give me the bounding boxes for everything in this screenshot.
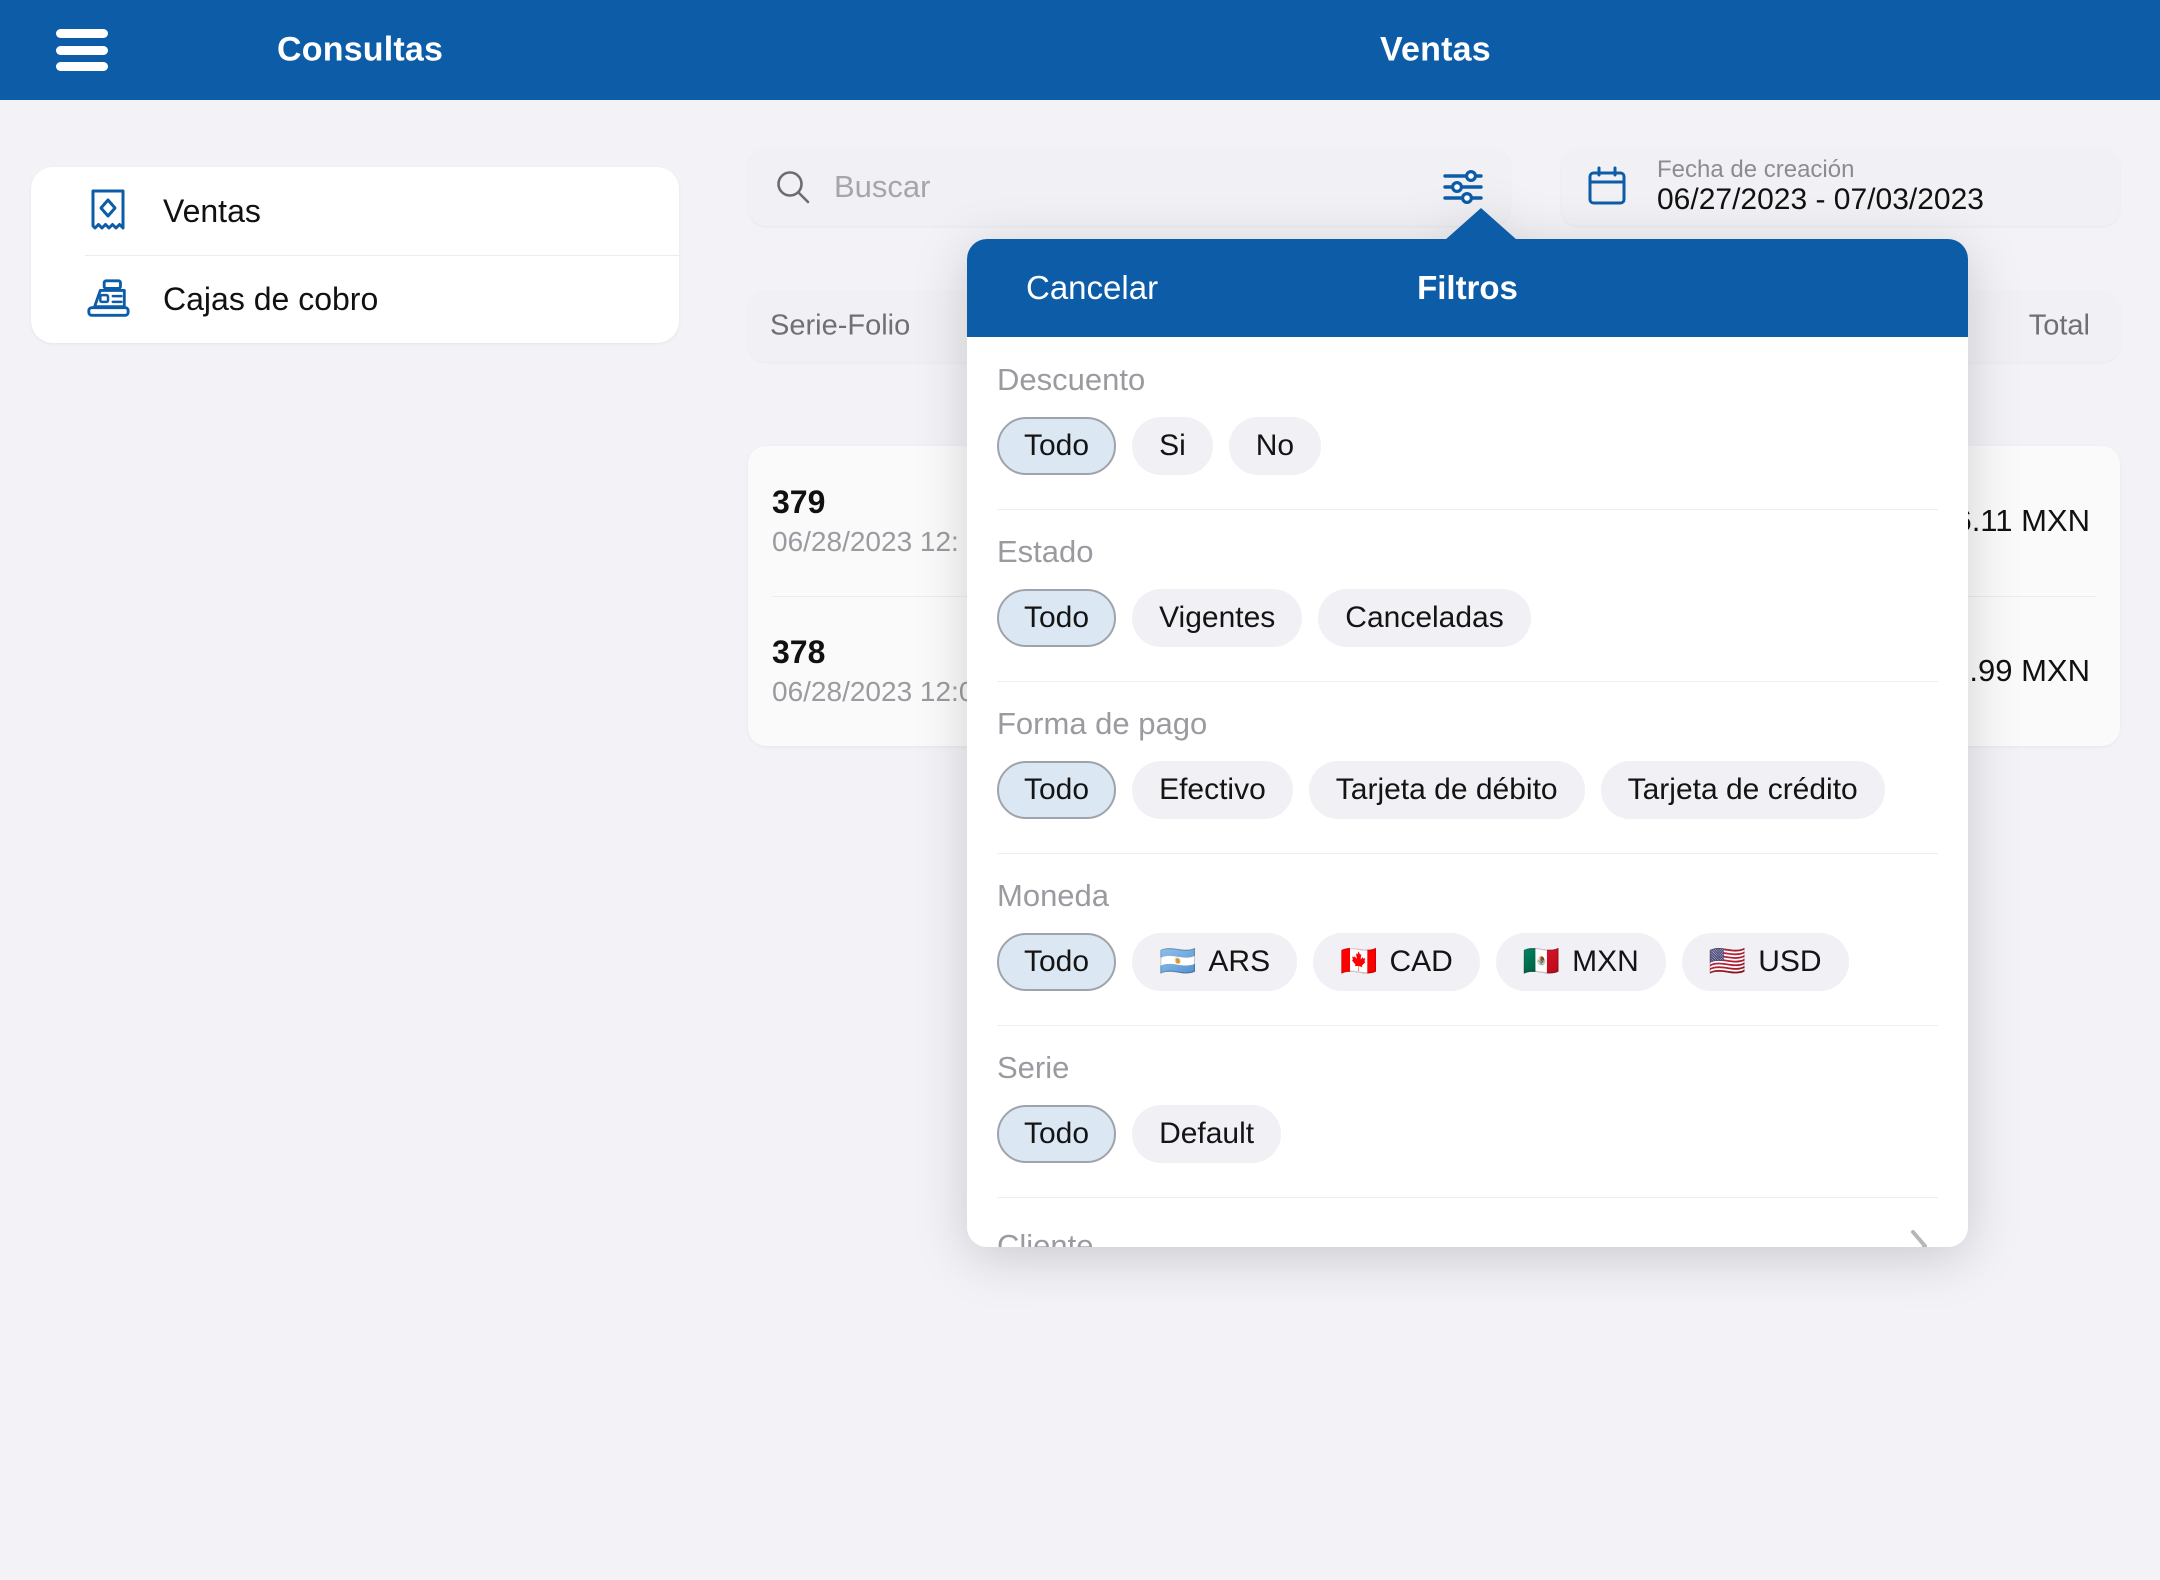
row-primary-cell: 378 06/28/2023 12:0 xyxy=(772,636,974,706)
chip-forma-de-pago-tarjeta-credito[interactable]: Tarjeta de crédito xyxy=(1600,761,1885,820)
receipt-icon xyxy=(85,188,131,234)
filter-group-label: Serie xyxy=(997,1050,1070,1086)
chip-label: CAD xyxy=(1389,945,1453,979)
hamburger-bar xyxy=(56,29,108,38)
chip-moneda-cad[interactable]: 🇨🇦 CAD xyxy=(1313,933,1480,992)
chip-list: Todo 🇦🇷 ARS 🇨🇦 CAD 🇲🇽 MXN 🇺🇸 USD xyxy=(997,933,1938,992)
chip-list: Todo Efectivo Tarjeta de débito Tarjeta … xyxy=(997,761,1938,820)
chip-list: Todo Si No xyxy=(997,417,1938,476)
filter-group-label: Estado xyxy=(997,534,1094,570)
row-folio: 379 xyxy=(772,484,826,520)
filters-modal-header: Cancelar Filtros xyxy=(967,239,1968,337)
hamburger-menu-icon[interactable] xyxy=(56,29,108,71)
chip-serie-default[interactable]: Default xyxy=(1132,1105,1282,1164)
top-app-bar: Consultas Ventas xyxy=(0,0,2160,100)
chip-estado-todo[interactable]: Todo xyxy=(997,589,1117,648)
date-field-label: Fecha de creación xyxy=(1657,156,1855,184)
chip-moneda-todo[interactable]: Todo xyxy=(997,933,1117,992)
flag-cad-icon: 🇨🇦 xyxy=(1340,944,1378,980)
calendar-icon xyxy=(1585,164,1631,210)
chip-moneda-usd[interactable]: 🇺🇸 USD xyxy=(1681,933,1849,992)
hamburger-bar xyxy=(56,62,108,71)
filter-group-label: Descuento xyxy=(997,362,1146,397)
filters-modal-body: Descuento Todo Si No Estado Todo Vigente… xyxy=(967,337,1968,1247)
date-range-value: 06/27/2023 - 07/03/2023 xyxy=(1657,183,1984,217)
sidebar-item-cajas-de-cobro[interactable]: Cajas de cobro xyxy=(31,255,679,343)
filter-group-label: Forma de pago xyxy=(997,706,1208,742)
filter-row-label: Cliente xyxy=(997,1228,1094,1247)
chip-descuento-no[interactable]: No xyxy=(1228,417,1322,476)
row-date: 06/28/2023 12:0 xyxy=(772,676,975,707)
filter-row-cliente[interactable]: Cliente xyxy=(967,1197,1968,1247)
cancel-button[interactable]: Cancelar xyxy=(1026,269,1158,307)
filters-popover: Cancelar Filtros Descuento Todo Si No Es… xyxy=(967,208,1968,1247)
flag-mxn-icon: 🇲🇽 xyxy=(1522,944,1561,980)
chip-forma-de-pago-tarjeta-debito[interactable]: Tarjeta de débito xyxy=(1308,761,1585,820)
cash-register-icon xyxy=(85,276,131,322)
filters-modal: Cancelar Filtros Descuento Todo Si No Es… xyxy=(967,239,1968,1247)
sliders-filter-icon[interactable] xyxy=(1438,162,1488,212)
chip-list: Todo Default xyxy=(997,1105,1938,1164)
popover-caret xyxy=(1445,208,1517,240)
chip-estado-canceladas[interactable]: Canceladas xyxy=(1318,589,1531,648)
sidebar: Ventas Cajas de cobro xyxy=(31,167,679,343)
app-root: Consultas Ventas Ventas Cajas de cobro B… xyxy=(0,0,2160,1580)
search-icon xyxy=(774,168,812,206)
chip-descuento-todo[interactable]: Todo xyxy=(997,417,1117,476)
filter-group-label: Moneda xyxy=(997,878,1110,914)
chip-descuento-si[interactable]: Si xyxy=(1132,417,1213,476)
chip-forma-de-pago-efectivo[interactable]: Efectivo xyxy=(1132,761,1293,820)
chip-list: Todo Vigentes Canceladas xyxy=(997,589,1938,648)
filter-group-estado: Estado Todo Vigentes Canceladas xyxy=(967,509,1968,681)
column-header-total: Total xyxy=(2028,309,2090,342)
date-range-picker[interactable]: Fecha de creación 06/27/2023 - 07/03/202… xyxy=(1561,148,2120,226)
hamburger-bar xyxy=(56,45,108,55)
filter-group-serie: Serie Todo Default xyxy=(967,1025,1968,1197)
row-primary-cell: 379 06/28/2023 12: xyxy=(772,486,959,556)
flag-usd-icon: 🇺🇸 xyxy=(1708,944,1747,980)
row-date: 06/28/2023 12: xyxy=(772,526,959,557)
chip-label: MXN xyxy=(1572,945,1639,979)
filter-group-moneda: Moneda Todo 🇦🇷 ARS 🇨🇦 CAD 🇲🇽 MXN 🇺🇸 USD xyxy=(967,853,1968,1025)
appbar-left-title: Consultas xyxy=(277,30,444,69)
filters-modal-title: Filtros xyxy=(1417,269,1518,306)
flag-ars-icon: 🇦🇷 xyxy=(1159,944,1197,980)
chip-moneda-ars[interactable]: 🇦🇷 ARS xyxy=(1132,933,1298,992)
search-input[interactable] xyxy=(834,148,1438,226)
page-title: Ventas xyxy=(1380,30,1491,69)
row-total: 6.11 MXN xyxy=(1954,503,2090,538)
chip-label: ARS xyxy=(1208,945,1271,979)
search-bar[interactable] xyxy=(748,148,1510,226)
date-texts: Fecha de creación 06/27/2023 - 07/03/202… xyxy=(1657,157,1984,217)
sidebar-item-label: Ventas xyxy=(163,193,261,229)
filter-group-descuento: Descuento Todo Si No xyxy=(967,337,1968,509)
row-folio: 378 xyxy=(772,634,826,670)
chevron-right-icon xyxy=(1908,1227,1938,1247)
row-total: 1.99 MXN xyxy=(1952,653,2090,688)
chip-forma-de-pago-todo[interactable]: Todo xyxy=(997,761,1117,820)
chip-serie-todo[interactable]: Todo xyxy=(997,1105,1117,1164)
sidebar-item-ventas[interactable]: Ventas xyxy=(31,167,679,255)
chip-estado-vigentes[interactable]: Vigentes xyxy=(1132,589,1303,648)
chip-label: USD xyxy=(1758,945,1822,979)
chip-moneda-mxn[interactable]: 🇲🇽 MXN xyxy=(1495,933,1666,992)
filter-group-forma-de-pago: Forma de pago Todo Efectivo Tarjeta de d… xyxy=(967,681,1968,853)
column-header-serie-folio: Serie-Folio xyxy=(770,309,911,342)
sidebar-item-label: Cajas de cobro xyxy=(163,281,379,317)
